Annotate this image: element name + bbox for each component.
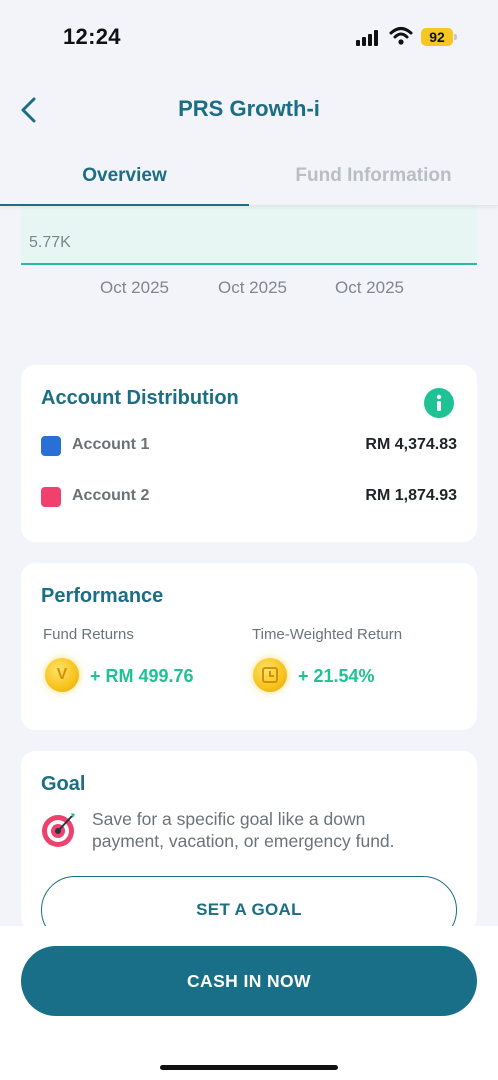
fund-returns-label: Fund Returns xyxy=(43,626,134,643)
goal-description: Save for a specific goal like a down pay… xyxy=(92,809,395,851)
performance-card: Performance Fund Returns V + RM 499.76 T… xyxy=(21,563,477,730)
account-row: Account 1 RM 4,374.83 xyxy=(41,435,457,457)
account-distribution-card: Account Distribution Account 1 RM 4,374.… xyxy=(21,365,477,542)
twr-value: + 21.54% xyxy=(298,666,375,686)
target-icon xyxy=(40,810,78,848)
account-distribution-title: Account Distribution xyxy=(41,387,239,409)
twr-label: Time-Weighted Return xyxy=(252,626,403,643)
performance-chart: 5.77K xyxy=(21,206,477,265)
tab-fund-information[interactable]: Fund Information xyxy=(249,150,498,206)
battery-icon: 92 xyxy=(421,28,457,46)
status-bar: 12:24 92 xyxy=(0,0,498,74)
cellular-signal-icon xyxy=(356,30,380,46)
account-row: Account 2 RM 1,874.93 xyxy=(41,486,457,508)
account-1-swatch xyxy=(41,436,61,456)
goal-card: Goal Save for a specific goal like a dow… xyxy=(21,751,477,944)
cash-in-now-button[interactable]: CASH IN NOW xyxy=(21,946,477,1016)
chart-y-label: 5.77K xyxy=(29,234,71,251)
fund-returns-value: + RM 499.76 xyxy=(90,666,194,686)
bottom-action-bar: CASH IN NOW xyxy=(0,926,498,1080)
coin-v-icon: V xyxy=(45,658,79,692)
account-name: Account 1 xyxy=(72,436,150,453)
info-icon[interactable] xyxy=(424,388,454,418)
account-value: RM 4,374.83 xyxy=(365,436,457,453)
coin-clock-icon xyxy=(253,658,287,692)
wifi-icon xyxy=(389,26,413,46)
tab-overview[interactable]: Overview xyxy=(0,150,249,206)
goal-title: Goal xyxy=(41,773,86,795)
page-title: PRS Growth-i xyxy=(178,96,320,121)
account-name: Account 2 xyxy=(72,487,150,504)
chart-x-tick: Oct 2025 xyxy=(218,278,287,297)
account-value: RM 1,874.93 xyxy=(365,487,457,504)
account-2-swatch xyxy=(41,487,61,507)
performance-title: Performance xyxy=(41,585,164,607)
page-header: PRS Growth-i xyxy=(0,74,498,146)
tab-bar: Overview Fund Information xyxy=(0,150,498,206)
battery-level: 92 xyxy=(421,28,453,46)
chart-x-tick: Oct 2025 xyxy=(100,278,169,297)
home-indicator xyxy=(160,1065,338,1070)
chart-x-axis: Oct 2025 Oct 2025 Oct 2025 xyxy=(0,278,498,300)
status-time: 12:24 xyxy=(63,24,121,49)
chart-x-tick: Oct 2025 xyxy=(335,278,404,297)
